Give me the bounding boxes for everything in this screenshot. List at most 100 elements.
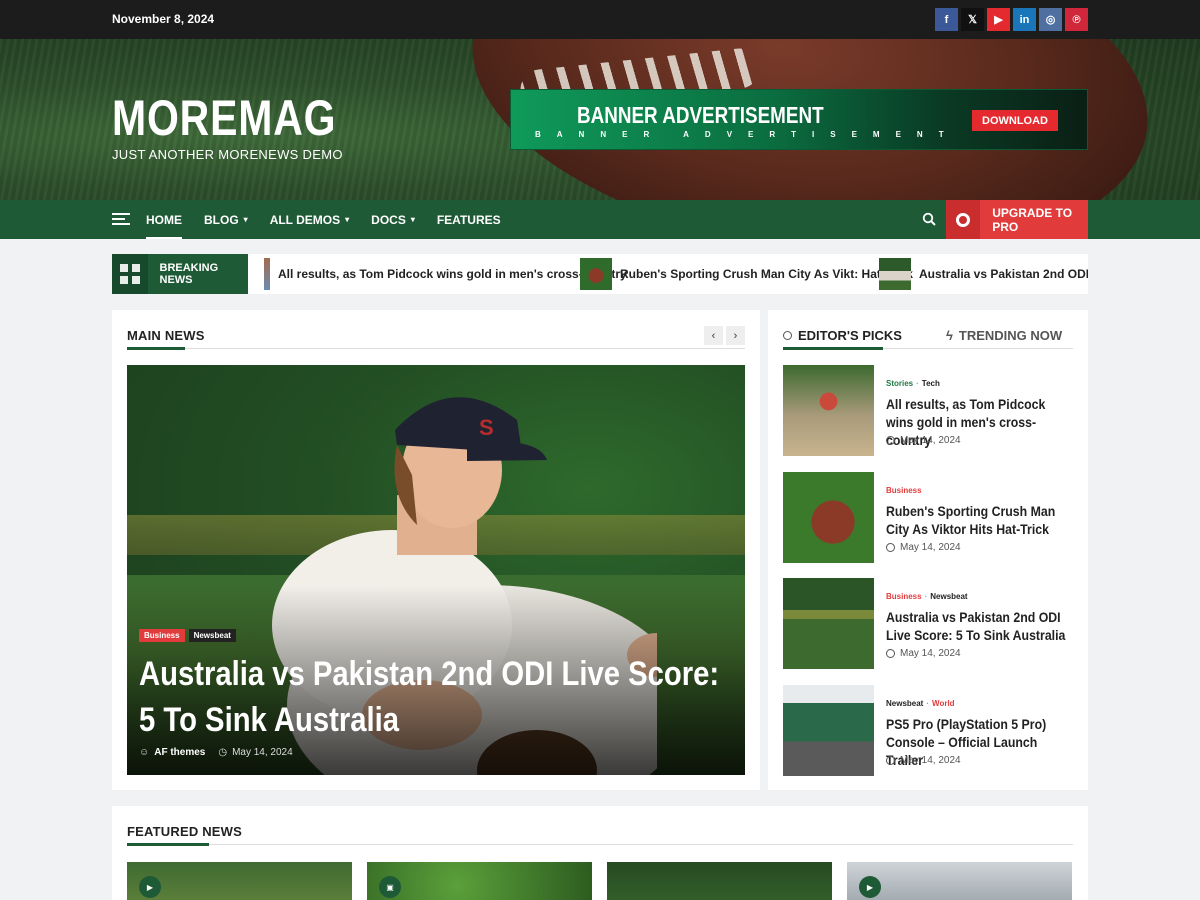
featured-card[interactable]: ▶ <box>847 862 1072 900</box>
category-link[interactable]: Stories <box>886 379 913 388</box>
site-tagline: JUST ANOTHER MORENEWS DEMO <box>112 147 343 162</box>
article-categories: Stories · Tech <box>886 379 940 388</box>
main-news-heading: MAIN NEWS <box>127 328 205 343</box>
x-icon[interactable]: 𝕏 <box>961 8 984 31</box>
upgrade-to-pro-button[interactable]: UPGRADE TO PRO <box>946 200 1088 239</box>
pinterest-icon[interactable]: ℗ <box>1065 8 1088 31</box>
article-date: May 14, 2024 <box>886 542 961 553</box>
upgrade-ring-icon <box>946 200 981 239</box>
clock-icon: ◷ <box>218 747 228 758</box>
category-tag[interactable]: Newsbeat <box>188 629 236 642</box>
chevron-down-icon: ▾ <box>345 215 350 224</box>
article-thumbnail[interactable] <box>783 471 874 563</box>
current-date: November 8, 2024 <box>112 12 215 26</box>
social-links: f 𝕏 ▶ in ◎ ℗ <box>935 8 1088 31</box>
youtube-icon[interactable]: ▶ <box>987 8 1010 31</box>
clock-icon <box>783 331 792 340</box>
article-thumbnail[interactable] <box>783 684 874 776</box>
linkedin-icon[interactable]: in <box>1013 8 1036 31</box>
ticker-thumbnail <box>264 258 270 290</box>
banner-title: BANNER ADVERTISEMENT <box>577 102 824 128</box>
article-thumbnail[interactable] <box>783 578 874 669</box>
article-title[interactable]: Ruben's Sporting Crush Man City As Vikto… <box>886 502 1075 538</box>
site-header: MOREMAG JUST ANOTHER MORENEWS DEMO BANNE… <box>0 39 1200 200</box>
prev-arrow-button[interactable]: ‹ <box>704 326 723 345</box>
hero-author[interactable]: AF themes <box>154 747 205 758</box>
svg-text:S: S <box>479 415 494 440</box>
featured-card[interactable]: ▶ <box>127 862 352 900</box>
article-date: May 14, 2024 <box>886 435 961 446</box>
hero-meta: ☺ AF themes ◷ May 14, 2024 <box>139 747 293 758</box>
clock-icon <box>886 755 895 765</box>
hero-tags: Business Newsbeat <box>139 629 236 642</box>
category-link[interactable]: Business <box>886 592 922 601</box>
lightning-icon: ϟ <box>945 328 953 343</box>
hero-date: May 14, 2024 <box>232 747 293 758</box>
article-title[interactable]: Australia vs Pakistan 2nd ODI Live Score… <box>886 608 1075 644</box>
article-date: May 14, 2024 <box>886 648 961 659</box>
video-play-icon: ▶ <box>859 876 881 898</box>
nav-item-home[interactable]: HOME <box>146 200 182 239</box>
article-categories: Business · Newsbeat <box>886 592 968 601</box>
hero-article[interactable]: S Business Newsbeat Australia vs Pakista… <box>127 365 745 775</box>
nav-item-features[interactable]: FEATURES <box>437 200 501 239</box>
ticker-thumbnail <box>580 258 612 290</box>
next-arrow-button[interactable]: › <box>726 326 745 345</box>
sidebar-tabs: EDITOR'S PICKS ϟ TRENDING NOW <box>783 328 1062 343</box>
clock-icon <box>886 436 895 445</box>
ticker-item[interactable]: Ruben's Sporting Crush Man City As Vikt:… <box>580 258 913 290</box>
hero-title[interactable]: Australia vs Pakistan 2nd ODI Live Score… <box>139 651 732 743</box>
ticker-thumbnail <box>879 258 911 290</box>
nav-menu: HOME BLOG ▾ ALL DEMOS ▾ DOCS ▾ FEATURES <box>146 200 523 239</box>
site-title[interactable]: MOREMAG <box>112 89 336 147</box>
grid-icon <box>112 254 148 294</box>
image-icon: ▣ <box>379 876 401 898</box>
chevron-down-icon: ▾ <box>410 215 415 224</box>
chevron-down-icon: ▾ <box>243 215 248 224</box>
banner-download-button[interactable]: DOWNLOAD <box>972 110 1058 131</box>
clock-icon <box>886 649 895 658</box>
main-news-section: MAIN NEWS ‹ › S Business Newsbeat Austra… <box>112 310 760 790</box>
category-tag[interactable]: Business <box>139 629 185 642</box>
category-link[interactable]: Tech <box>922 379 940 388</box>
editors-pick-item[interactable]: Stories · Tech All results, as Tom Pidcock … <box>783 365 1073 456</box>
featured-news-heading: FEATURED NEWS <box>127 824 243 839</box>
editors-pick-item[interactable]: Business · Newsbeat Australia vs Pakistan 2… <box>783 578 1073 669</box>
breaking-news-ticker: BREAKING NEWS All results, as Tom Pidcoc… <box>112 254 1088 294</box>
nav-item-blog[interactable]: BLOG ▾ <box>204 200 248 239</box>
upgrade-label: UPGRADE TO PRO <box>992 205 1073 234</box>
nav-item-all-demos[interactable]: ALL DEMOS ▾ <box>270 200 349 239</box>
breaking-news-label: BREAKING NEWS <box>112 254 248 294</box>
category-link[interactable]: Business <box>886 486 922 495</box>
instagram-icon[interactable]: ◎ <box>1039 8 1062 31</box>
video-play-icon: ▶ <box>139 876 161 898</box>
featured-card[interactable]: ▣ <box>367 862 592 900</box>
article-categories: Business <box>886 486 922 495</box>
article-date: May 14, 2024 <box>886 755 961 766</box>
editors-pick-item[interactable]: Newsbeat · World PS5 Pro (PlayStation 5 Pro… <box>783 684 1073 776</box>
ticker-item[interactable]: All results, as Tom Pidcock wins gold in… <box>264 258 627 290</box>
tab-trending-now[interactable]: ϟ TRENDING NOW <box>946 328 1062 343</box>
article-thumbnail[interactable] <box>783 365 874 456</box>
tab-editors-picks[interactable]: EDITOR'S PICKS <box>783 328 902 343</box>
slider-arrows: ‹ › <box>704 326 745 345</box>
top-bar: November 8, 2024 f 𝕏 ▶ in ◎ ℗ <box>0 0 1200 39</box>
featured-card[interactable] <box>607 862 832 900</box>
banner-subtitle: BANNER ADVERTISEMENT <box>535 130 960 139</box>
clock-icon <box>886 542 895 552</box>
category-link[interactable]: World <box>932 699 955 708</box>
main-navigation: HOME BLOG ▾ ALL DEMOS ▾ DOCS ▾ FEATURES UPGRADE… <box>0 200 1200 239</box>
author-icon: ☺ <box>139 747 150 758</box>
category-link[interactable]: Newsbeat <box>930 592 967 601</box>
article-categories: Newsbeat · World <box>886 698 955 708</box>
featured-news-section: FEATURED NEWS ▶ ▣ ▶ <box>112 806 1088 900</box>
hamburger-menu-icon[interactable] <box>112 213 130 226</box>
ticker-item[interactable]: Australia vs Pakistan 2nd ODI Live <box>879 258 1088 290</box>
search-icon[interactable] <box>922 212 936 226</box>
facebook-icon[interactable]: f <box>935 8 958 31</box>
sidebar-picks: EDITOR'S PICKS ϟ TRENDING NOW Stories · Te… <box>768 310 1088 790</box>
category-link[interactable]: Newsbeat <box>886 699 923 708</box>
editors-pick-item[interactable]: Business Ruben's Sporting Crush Man City … <box>783 471 1075 563</box>
banner-advertisement[interactable]: BANNER ADVERTISEMENT BANNER ADVERTISEMEN… <box>510 89 1088 150</box>
nav-item-docs[interactable]: DOCS ▾ <box>371 200 415 239</box>
